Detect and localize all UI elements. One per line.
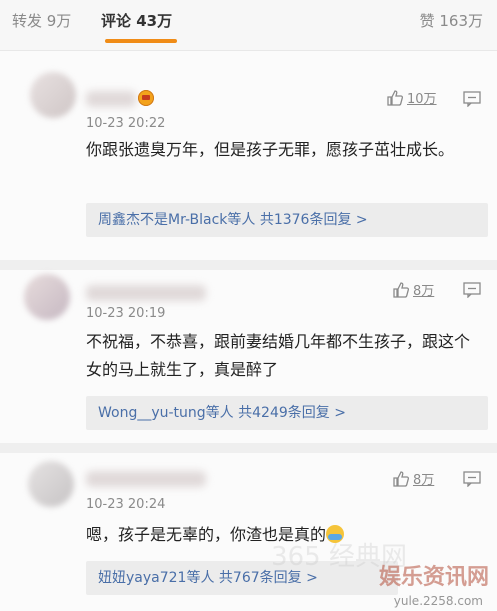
divider — [0, 443, 497, 453]
reply-count: 共1376条回复 > — [259, 212, 368, 228]
watermark-brand: 娱乐资讯网 — [378, 565, 489, 590]
comments-page: 转发 9万 评论 43万 赞 163万 10万 10-23 20:22 你跟张遗… — [0, 0, 497, 611]
tab-likes[interactable]: 赞 163万 — [420, 10, 483, 31]
tab-comments[interactable]: 评论 43万 — [101, 10, 172, 31]
like-count: 8万 — [413, 284, 435, 299]
reply-users: 妞妞yaya721等人 — [98, 570, 215, 586]
avatar[interactable] — [28, 461, 74, 507]
username-redacted[interactable] — [86, 285, 206, 301]
reply-icon[interactable] — [463, 282, 481, 298]
thumbs-up-icon — [387, 89, 404, 106]
thumbs-up-icon — [393, 470, 410, 487]
username-redacted[interactable] — [86, 471, 206, 487]
avatar[interactable] — [30, 72, 76, 118]
comment-time: 10-23 20:24 — [86, 497, 166, 512]
like-count: 10万 — [407, 92, 437, 107]
username-redacted[interactable] — [86, 91, 136, 107]
like-count: 8万 — [413, 473, 435, 488]
reply-users: 周鑫杰不是Mr-Black等人 — [98, 212, 256, 228]
like-button[interactable]: 8万 — [392, 280, 434, 299]
comment-text: 你跟张遗臭万年，但是孩子无罪，愿孩子茁壮成长。 — [86, 140, 455, 159]
reply-users: Wong__yu-tung等人 — [98, 405, 234, 421]
like-button[interactable]: 10万 — [386, 88, 437, 107]
divider — [0, 260, 497, 270]
watermark-url: yule.2258.com — [393, 594, 483, 608]
vip-badge-icon — [138, 90, 154, 106]
comment-time: 10-23 20:19 — [86, 306, 166, 321]
comment-tabs: 转发 9万 评论 43万 赞 163万 — [0, 0, 497, 51]
reply-icon[interactable] — [463, 471, 481, 487]
tab-repost[interactable]: 转发 9万 — [12, 10, 71, 31]
comment-text: 不祝福，不恭喜，跟前妻结婚几年都不生孩子，跟这个女的马上就生了，真是醉了 — [86, 332, 471, 379]
comment-item: 8万 10-23 20:19 不祝福，不恭喜，跟前妻结婚几年都不生孩子，跟这个女… — [0, 270, 497, 446]
reply-count: 共4249条回复 > — [238, 405, 346, 421]
replies-summary[interactable]: Wong__yu-tung等人 共4249条回复 > — [86, 396, 488, 430]
avatar[interactable] — [24, 274, 70, 320]
comment-time: 10-23 20:22 — [86, 116, 166, 131]
comment-item: 10万 10-23 20:22 你跟张遗臭万年，但是孩子无罪，愿孩子茁壮成长。 … — [0, 50, 497, 265]
replies-summary[interactable]: 周鑫杰不是Mr-Black等人 共1376条回复 > — [86, 203, 488, 237]
reply-icon[interactable] — [463, 91, 481, 107]
thumbs-up-icon — [393, 281, 410, 298]
like-button[interactable]: 8万 — [392, 469, 434, 488]
active-tab-indicator — [105, 39, 177, 43]
